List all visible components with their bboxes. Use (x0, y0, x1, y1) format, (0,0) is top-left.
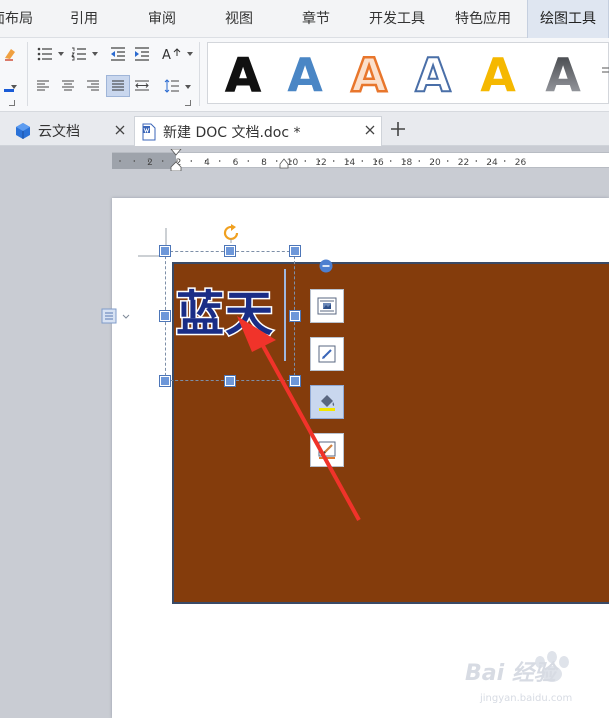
ruler-label: 2 (147, 158, 153, 168)
text-style-orange-outline-icon[interactable]: A (344, 46, 394, 102)
numbered-list-dropdown-icon[interactable] (92, 52, 98, 56)
menu-tab-sections[interactable]: 章节 (292, 0, 340, 38)
document-tab-bar: 云文档 新建 DOC 文档.doc * (0, 112, 609, 146)
decrease-indent-icon[interactable] (107, 44, 129, 64)
right-indent-marker-icon[interactable] (279, 155, 289, 169)
close-icon[interactable] (113, 123, 127, 137)
align-center-icon[interactable] (57, 76, 79, 96)
distributed-align-icon[interactable] (131, 76, 153, 96)
bullet-list-dropdown-icon[interactable] (58, 52, 64, 56)
numbered-list-icon[interactable] (68, 44, 90, 64)
ruler-margin (112, 153, 176, 169)
ruler-label: 18 (401, 158, 413, 168)
resize-handle-top-right[interactable] (289, 245, 301, 257)
resize-handle-right[interactable] (289, 310, 301, 322)
menu-tab-page-layout[interactable]: 页面布局 (0, 0, 38, 38)
svg-text:A: A (545, 48, 581, 102)
tab-label: 新建 DOC 文档.doc * (163, 124, 301, 141)
tab-label: 云文档 (38, 124, 80, 140)
ruler-area: 2 2 4 6 8 10 12 14 16 18 20 22 24 26 (0, 146, 609, 176)
ruler-label: 14 (344, 158, 356, 168)
menu-bar: 页面布局 引用 审阅 视图 章节 开发工具 特色应用 绘图工具 (0, 0, 609, 38)
outline-pen-icon (318, 441, 336, 459)
ruler-label: 4 (204, 158, 210, 168)
font-color-dropdown-icon[interactable] (11, 85, 17, 89)
outline-button[interactable] (310, 433, 344, 467)
gallery-more-icon[interactable] (601, 58, 609, 82)
ruler-label: 8 (261, 158, 267, 168)
watermark-url: jingyan.baidu.com (480, 693, 573, 704)
align-right-icon[interactable] (82, 76, 104, 96)
svg-text:A: A (225, 48, 261, 102)
svg-text:A: A (480, 48, 516, 102)
collapse-toolbar-icon[interactable] (319, 259, 333, 273)
text-style-gray-icon[interactable]: A (538, 46, 588, 102)
close-icon[interactable] (363, 123, 377, 137)
ruler-label: 12 (315, 158, 326, 168)
resize-handle-bottom-right[interactable] (289, 375, 301, 387)
ruler-ticks: 2 2 4 6 8 10 12 14 16 18 20 22 24 26 (112, 153, 527, 169)
ruler-label: 22 (458, 158, 469, 168)
ribbon: A A A A A A A (0, 38, 609, 112)
new-tab-plus-icon[interactable] (389, 120, 407, 138)
align-left-icon[interactable] (32, 76, 54, 96)
menu-tab-developer[interactable]: 开发工具 (362, 0, 432, 38)
ruler-label: 20 (429, 158, 441, 168)
justify-icon[interactable] (106, 75, 130, 97)
text-caret (284, 269, 286, 361)
doc-file-icon (142, 123, 156, 140)
text-style-blue-icon[interactable]: A (280, 46, 330, 102)
resize-handle-bottom[interactable] (224, 375, 236, 387)
art-text-blue-sky[interactable]: 蓝天 (174, 284, 274, 344)
clear-format-icon[interactable] (0, 44, 22, 64)
increase-indent-icon[interactable] (131, 44, 153, 64)
horizontal-ruler[interactable]: 2 2 4 6 8 10 12 14 16 18 20 22 24 26 (112, 149, 609, 171)
text-style-black-icon[interactable]: A (218, 46, 268, 103)
fill-color-button[interactable] (310, 385, 344, 419)
svg-text:A: A (287, 48, 323, 102)
line-spacing-icon[interactable] (161, 76, 183, 96)
shape-edit-button[interactable] (310, 337, 344, 371)
tab-new-doc[interactable]: 新建 DOC 文档.doc * (134, 116, 382, 146)
font-dialog-launcher-icon[interactable] (9, 100, 15, 106)
svg-text:A: A (162, 48, 171, 62)
resize-handle-bottom-left[interactable] (159, 375, 171, 387)
text-wrap-icon[interactable] (101, 307, 131, 325)
menu-tab-references[interactable]: 引用 (60, 0, 108, 38)
bullet-list-icon[interactable] (34, 44, 56, 64)
indent-marker-icon[interactable] (170, 149, 182, 171)
cube-icon (16, 123, 30, 139)
layout-options-button[interactable] (310, 289, 344, 323)
shape-edit-icon (318, 345, 336, 363)
menu-tab-view[interactable]: 视图 (215, 0, 263, 38)
ribbon-separator (27, 42, 28, 106)
resize-handle-top[interactable] (224, 245, 236, 257)
watermark-brand: Bai 经验 (465, 661, 556, 686)
svg-text:A: A (415, 48, 451, 102)
text-style-gold-icon[interactable]: A (473, 46, 523, 102)
menu-tab-review[interactable]: 审阅 (138, 0, 186, 38)
svg-text:A: A (351, 48, 387, 102)
line-spacing-dropdown-icon[interactable] (185, 85, 191, 89)
ruler-label: 24 (486, 158, 498, 168)
text-style-gallery: A A A A A A (207, 42, 609, 104)
menu-tab-special-apps[interactable]: 特色应用 (448, 0, 518, 38)
rotate-handle-icon[interactable] (221, 223, 241, 243)
ruler-label: 6 (233, 158, 239, 168)
resize-handle-top-left[interactable] (159, 245, 171, 257)
text-style-blue-outline-icon[interactable]: A (408, 46, 458, 102)
character-spacing-dropdown-icon[interactable] (187, 52, 193, 56)
ruler-label: 16 (372, 158, 384, 168)
menu-tab-drawing-tools[interactable]: 绘图工具 (527, 0, 609, 38)
paragraph-dialog-launcher-icon[interactable] (185, 100, 191, 106)
tab-cloud-docs[interactable]: 云文档 (8, 116, 126, 146)
resize-handle-left[interactable] (159, 310, 171, 322)
ruler-label: 26 (515, 158, 527, 168)
character-spacing-icon[interactable]: A (159, 44, 185, 64)
ribbon-separator (199, 42, 200, 106)
layout-options-icon (317, 297, 337, 315)
fill-bucket-icon (319, 395, 335, 411)
